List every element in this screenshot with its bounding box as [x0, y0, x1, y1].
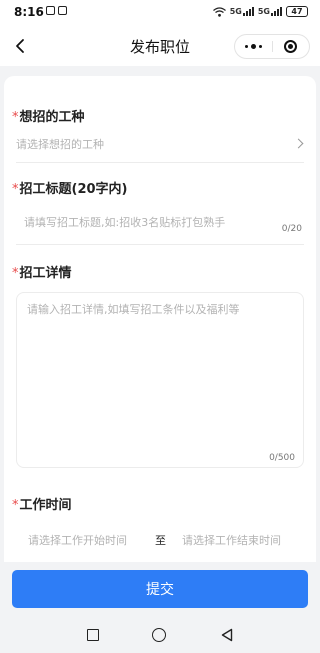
- required-mark: *: [12, 266, 19, 281]
- nav-bar: 发布职位: [0, 26, 320, 66]
- time-separator: 至: [155, 534, 166, 547]
- work-time-label: *工作时间: [12, 494, 72, 513]
- title-label-text: 招工标题(20字内): [19, 182, 128, 197]
- signal-label: 5G: [229, 7, 242, 16]
- recent-apps-icon[interactable]: [87, 629, 99, 641]
- details-label-text: 招工详情: [19, 266, 72, 281]
- work-time-label-text: 工作时间: [19, 498, 72, 513]
- work-type-select[interactable]: 请选择想招的工种: [16, 132, 304, 163]
- close-button[interactable]: [273, 35, 310, 58]
- details-textarea[interactable]: 请输入招工详情,如填写招工条件以及福利等 0/500: [16, 292, 304, 468]
- required-mark: *: [12, 110, 19, 125]
- required-mark: *: [12, 182, 19, 197]
- home-icon[interactable]: [152, 628, 166, 642]
- wifi-icon: [212, 6, 226, 17]
- signal-icon: 5G: [258, 7, 282, 16]
- back-triangle-icon[interactable]: [220, 628, 234, 642]
- title-placeholder: 请填写招工标题,如:招收3名贴标打包熟手: [24, 216, 226, 229]
- more-dots-icon: [244, 44, 262, 49]
- title-label: *招工标题(20字内): [12, 178, 127, 197]
- start-time-picker[interactable]: 请选择工作开始时间: [28, 532, 127, 548]
- notification-icon: [46, 6, 55, 15]
- status-indicators: 5G 5G 47: [212, 6, 308, 17]
- chevron-right-icon: [293, 138, 304, 149]
- more-button[interactable]: [235, 35, 272, 58]
- details-placeholder: 请输入招工详情,如填写招工条件以及福利等: [27, 303, 240, 316]
- work-type-label: *想招的工种: [12, 106, 85, 125]
- battery-icon: 47: [286, 6, 308, 17]
- target-circle-icon: [284, 40, 298, 53]
- signal-label: 5G: [257, 7, 270, 16]
- title-counter: 0/20: [281, 224, 302, 234]
- notification-icon: [58, 6, 67, 15]
- work-time-row: 请选择工作开始时间 至 请选择工作结束时间: [16, 532, 304, 550]
- title-input[interactable]: 请填写招工标题,如:招收3名贴标打包熟手 0/20: [16, 204, 304, 245]
- status-time: 8:16: [14, 5, 44, 19]
- notification-icons: [46, 6, 67, 15]
- job-form: *想招的工种 请选择想招的工种 *招工标题(20字内) 请填写招工标题,如:招收…: [4, 76, 316, 562]
- work-type-placeholder: 请选择想招的工种: [16, 138, 104, 151]
- system-nav-bar: [0, 617, 320, 653]
- details-counter: 0/500: [269, 453, 295, 463]
- signal-icon: 5G: [230, 7, 254, 16]
- work-type-label-text: 想招的工种: [19, 110, 85, 125]
- required-mark: *: [12, 498, 19, 513]
- status-bar: 8:16 5G 5G 47: [0, 0, 320, 26]
- mini-program-capsule: [234, 34, 310, 59]
- details-label: *招工详情: [12, 262, 72, 281]
- end-time-picker[interactable]: 请选择工作结束时间: [182, 532, 281, 548]
- submit-button[interactable]: 提交: [12, 570, 308, 608]
